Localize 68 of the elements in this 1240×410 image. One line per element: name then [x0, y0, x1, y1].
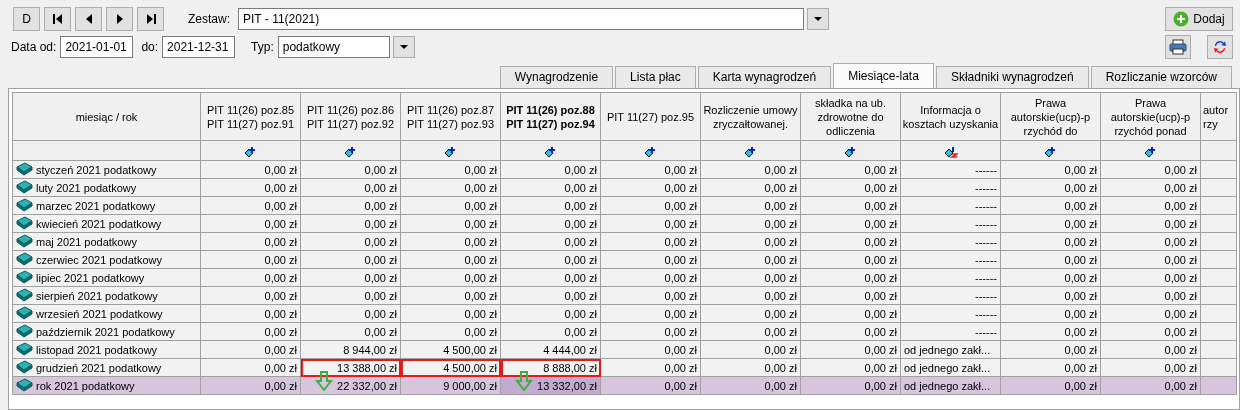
- column-header: PIT 11(27) poz.95: [600, 92, 701, 141]
- next-button[interactable]: [106, 7, 133, 31]
- column-header: Prawa autorskie(ucp)-p rzychód ponad: [1100, 92, 1201, 141]
- add-column-icon[interactable]: [343, 145, 358, 158]
- column-header: PIT 11(26) poz.87 PIT 11(27) poz.93: [400, 92, 501, 141]
- dropdown-button[interactable]: [392, 36, 415, 58]
- column-header: miesiąc / rok: [12, 92, 201, 141]
- type-field[interactable]: podatkowy: [277, 36, 390, 58]
- add-column-icon[interactable]: [443, 145, 458, 158]
- add-column-icon[interactable]: [543, 145, 558, 158]
- book-icon: [16, 342, 33, 356]
- book-icon: [16, 378, 33, 392]
- tab[interactable]: Rozliczanie wzorców: [1090, 66, 1232, 88]
- book-icon: [16, 198, 33, 212]
- caret-icon: [399, 45, 408, 49]
- add-column-icon[interactable]: [243, 145, 258, 158]
- print-button[interactable]: [1165, 35, 1191, 59]
- tab[interactable]: Karta wynagrodzeń: [697, 66, 832, 88]
- date-to-label: do:: [141, 39, 159, 55]
- column-header: autor rzy: [1200, 92, 1237, 141]
- add-button[interactable]: Dodaj: [1165, 7, 1233, 31]
- book-icon: [16, 288, 33, 302]
- plus-icon: [1173, 11, 1190, 27]
- refresh-button[interactable]: [1207, 35, 1233, 59]
- add-column-icon[interactable]: [643, 145, 658, 158]
- book-icon: [16, 216, 33, 230]
- refresh-icon: [1212, 39, 1228, 55]
- column-header: Rozliczenie umowy zryczałtowanej.: [700, 92, 801, 141]
- column-header: Informacja o kosztach uzyskania: [900, 92, 1001, 141]
- book-icon: [16, 324, 33, 338]
- add-column-icon[interactable]: [843, 145, 858, 158]
- book-icon: [16, 360, 33, 374]
- zestaw-field[interactable]: PIT - 11(2021): [238, 8, 804, 30]
- tab[interactable]: Miesiące-lata: [833, 63, 934, 88]
- book-icon: [16, 270, 33, 284]
- sort-column-icon[interactable]: [943, 145, 958, 158]
- book-icon: [16, 252, 33, 266]
- book-icon: [16, 162, 33, 176]
- date-from-label: Data od:: [11, 39, 57, 55]
- add-column-icon[interactable]: [1043, 145, 1058, 158]
- column-header: składka na ub. zdrowotne do odliczenia: [800, 92, 901, 141]
- caret-icon: [814, 17, 822, 21]
- column-header: PIT 11(26) poz.85 PIT 11(27) poz.91: [200, 92, 301, 141]
- zestaw-label: Zestaw:: [188, 11, 230, 27]
- date-to-field[interactable]: 2021-12-31: [162, 36, 236, 58]
- printer-icon: [1169, 39, 1187, 55]
- down-arrow-icon: [515, 371, 533, 391]
- previous-button[interactable]: [75, 7, 102, 31]
- down-arrow-icon: [315, 371, 333, 391]
- new-button[interactable]: D: [13, 7, 40, 31]
- first-button[interactable]: [44, 7, 71, 31]
- book-icon: [16, 180, 33, 194]
- column-header: Prawa autorskie(ucp)-p rzychód do: [1000, 92, 1101, 141]
- tab[interactable]: Składniki wynagrodzeń: [935, 66, 1089, 88]
- type-label: Typ:: [251, 39, 274, 55]
- last-button[interactable]: [137, 7, 164, 31]
- tab[interactable]: Lista płac: [615, 66, 696, 88]
- add-column-icon[interactable]: [1143, 145, 1158, 158]
- date-from-field[interactable]: 2021-01-01: [60, 36, 134, 58]
- book-icon: [16, 306, 33, 320]
- column-header: PIT 11(26) poz.88 PIT 11(27) poz.94: [500, 92, 601, 141]
- column-header: PIT 11(26) poz.86 PIT 11(27) poz.92: [300, 92, 401, 141]
- add-column-icon[interactable]: [743, 145, 758, 158]
- dropdown-button[interactable]: [807, 8, 829, 30]
- skip-back-icon: [51, 13, 64, 25]
- tab[interactable]: Wynagrodzenie: [499, 66, 614, 88]
- book-icon: [16, 234, 33, 248]
- skip-forward-icon: [144, 13, 157, 25]
